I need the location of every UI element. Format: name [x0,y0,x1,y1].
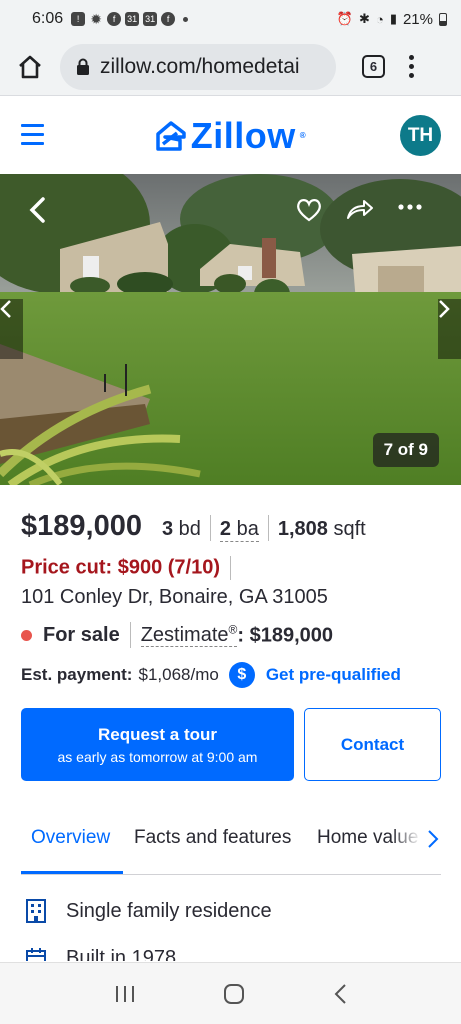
alarm-icon: ⏰ [336,11,354,26]
bluetooth-icon: ✱ [359,11,370,26]
battery-icon [439,12,447,26]
tab-switcher-button[interactable]: 6 [362,55,385,78]
chevron-right-icon[interactable] [427,829,439,849]
beds-stat: 3 bd [161,518,201,540]
calendar-31-icon: 31 [143,12,158,26]
zillow-logo-icon [156,120,186,151]
status-time: 6:06 [32,10,64,27]
request-tour-button[interactable]: Request a tour as early as tomorrow at 9… [21,708,294,781]
home-button[interactable] [0,38,60,96]
previous-photo-button[interactable] [0,299,23,359]
price-summary: $189,000 3 bd 2 ba 1,808 sqft [21,509,366,543]
listing-address: 101 Conley Dr, Bonaire, GA 31005 [21,586,328,608]
system-navigation-bar [0,962,461,1024]
address-bar[interactable]: zillow.com/homedetai [60,43,336,90]
back-button[interactable] [28,196,54,226]
notification-icons: ! ✹ f 31 31 f [71,11,189,27]
heart-icon [297,199,321,222]
payment-label: Est. payment: [21,665,133,684]
status-bar: 6:06 ! ✹ f 31 31 f ⏰ ✱ ◔ ▮ 21% [0,0,461,38]
estimated-payment-row: Est. payment: $1,068/mo $ Get pre-qualif… [21,662,401,688]
chevron-left-icon [29,197,45,223]
url-text: zillow.com/homedetai [100,54,300,78]
photo-counter: 7 of 9 [372,433,439,467]
user-avatar[interactable]: TH [400,115,441,156]
gear-icon: ✹ [90,11,102,27]
system-icons: ⏰ ✱ ◔ ▮ 21% [337,11,447,28]
tab-facts-and-features[interactable]: Facts and features [134,827,291,849]
hamburger-menu-icon[interactable] [21,124,44,145]
calendar-31-icon: 31 [125,12,140,26]
next-photo-button[interactable] [438,299,461,359]
get-prequalified-link[interactable]: Get pre-qualified [266,665,401,685]
recent-apps-icon[interactable] [114,984,136,1004]
baths-stat[interactable]: 2 ba [219,518,259,542]
back-nav-icon[interactable] [333,983,347,1005]
share-icon [347,200,373,219]
chevron-left-icon [0,300,11,318]
chevron-right-icon [439,300,450,318]
sale-status: For sale [43,623,120,646]
tab-overview[interactable]: Overview [31,827,110,849]
contact-button[interactable]: Contact [304,708,441,781]
more-notifications-icon [183,16,189,22]
battery-percent: 21% [402,10,433,28]
sqft-stat: 1,808 sqft [277,518,366,540]
signal-icon: ▮ [389,11,397,26]
lock-icon [77,58,89,75]
logo-text: Zillow [190,114,296,156]
wifi-icon: ◔ [375,11,384,27]
save-home-button[interactable] [296,198,324,224]
more-icon [398,204,422,210]
more-options-button[interactable] [398,204,426,218]
zillow-logo[interactable]: Zillow ® [155,115,306,157]
site-header: Zillow ® TH [0,97,461,174]
status-dot-icon [21,629,32,641]
calendar-icon [26,948,46,961]
payment-value: $1,068/mo [138,665,219,684]
message-icon: ! [71,12,86,26]
browser-toolbar: zillow.com/homedetai 6 [0,38,461,96]
section-tabs: Overview Facts and features Home value [21,813,441,875]
home-icon [19,55,41,78]
listing-photo[interactable]: 7 of 9 [0,174,461,485]
active-tab-indicator [21,871,123,874]
tour-button-subtitle: as early as tomorrow at 9:00 am [57,748,258,765]
home-nav-icon[interactable] [223,983,245,1005]
price-cut-label: Price cut: $900 (7/10) [21,556,231,580]
sale-status-row: For sale Zestimate®: $189,000 [21,622,333,648]
fact-year-built: Built in 1978 [25,947,176,961]
dollar-icon: $ [228,662,255,688]
listing-price: $189,000 [21,510,142,542]
share-button[interactable] [346,198,376,224]
facebook-icon: f [161,12,176,26]
zestimate[interactable]: Zestimate®: $189,000 [140,623,333,648]
tour-button-title: Request a tour [97,724,218,744]
facebook-icon: f [107,12,122,26]
building-icon [26,899,46,923]
fact-home-type: Single family residence [25,899,272,923]
browser-menu-button[interactable] [409,55,414,78]
